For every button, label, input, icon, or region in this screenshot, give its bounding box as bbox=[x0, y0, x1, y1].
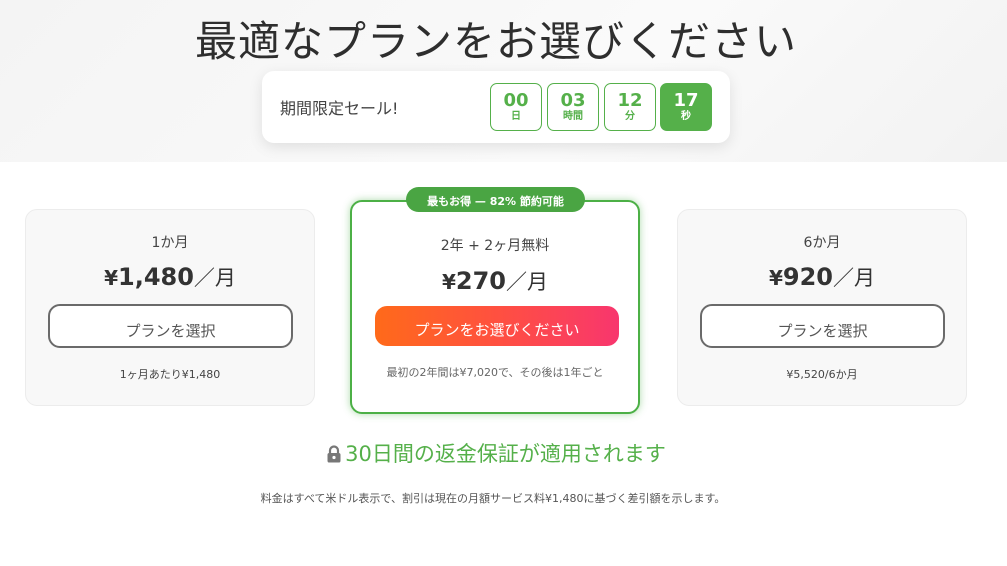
price-amount: 270 bbox=[455, 267, 507, 295]
price-period: ／月 bbox=[833, 266, 876, 290]
plan-note: 最初の2年間は¥7,020で、その後は1年ごと bbox=[386, 366, 604, 379]
currency-symbol: ¥ bbox=[768, 266, 783, 290]
countdown-days: 00 日 bbox=[490, 83, 542, 131]
page-title: 最適なプランをお選びください bbox=[194, 17, 797, 66]
price-amount: 1,480 bbox=[118, 263, 194, 291]
countdown-minutes: 12 分 bbox=[604, 83, 656, 131]
plan-card-six-month: 6か月 ¥920／月 プランを選択 ¥5,520/6か月 bbox=[677, 209, 967, 406]
countdown-seconds: 17 秒 bbox=[660, 83, 712, 131]
lock-icon bbox=[326, 444, 342, 463]
sale-countdown-box: 期間限定セール! 00 日 03 時間 12 分 17 秒 bbox=[262, 71, 730, 143]
guarantee-text: 30日間の返金保証が適用されます bbox=[345, 442, 666, 466]
plan-price: ¥270／月 bbox=[352, 266, 638, 296]
countdown-hours-unit: 時間 bbox=[563, 111, 583, 122]
plan-name: 1か月 bbox=[151, 235, 189, 251]
sale-label: 期間限定セール! bbox=[280, 99, 399, 118]
countdown-days-unit: 日 bbox=[511, 111, 521, 122]
plan-card-monthly: 1か月 ¥1,480／月 プランを選択 1ヶ月あたり¥1,480 bbox=[25, 209, 315, 406]
countdown-minutes-unit: 分 bbox=[625, 111, 635, 122]
price-period: ／月 bbox=[506, 270, 549, 294]
countdown-minutes-value: 12 bbox=[617, 90, 643, 111]
countdown-seconds-value: 17 bbox=[673, 90, 699, 111]
plan-note: 1ヶ月あたり¥1,480 bbox=[119, 368, 221, 381]
best-value-badge: 最もお得 — 82% 節約可能 bbox=[406, 187, 585, 212]
select-plan-button[interactable]: プランを選択 bbox=[700, 304, 945, 348]
countdown-seconds-unit: 秒 bbox=[681, 111, 691, 122]
money-back-guarantee: 30日間の返金保証が適用されます bbox=[0, 438, 992, 468]
plan-name: 6か月 bbox=[803, 235, 841, 251]
countdown-days-value: 00 bbox=[503, 90, 529, 111]
pricing-footnote: 料金はすべて米ドル表示で、割引は現在の月額サービス料¥1,480に基づく差引額を… bbox=[260, 492, 726, 505]
plan-price: ¥1,480／月 bbox=[26, 262, 314, 292]
choose-plan-button[interactable]: プランをお選びください bbox=[375, 306, 619, 346]
price-amount: 920 bbox=[782, 263, 834, 291]
countdown-hours: 03 時間 bbox=[547, 83, 599, 131]
plan-note: ¥5,520/6か月 bbox=[786, 368, 858, 381]
plan-card-featured: 2年 + 2ヶ月無料 ¥270／月 プランをお選びください 最初の2年間は¥7,… bbox=[350, 200, 640, 414]
plan-price: ¥920／月 bbox=[678, 262, 966, 292]
countdown-hours-value: 03 bbox=[560, 90, 586, 111]
plan-name: 2年 + 2ヶ月無料 bbox=[440, 238, 550, 254]
price-period: ／月 bbox=[193, 266, 236, 290]
currency-symbol: ¥ bbox=[441, 270, 456, 294]
select-plan-button[interactable]: プランを選択 bbox=[48, 304, 293, 348]
currency-symbol: ¥ bbox=[104, 266, 118, 290]
hero-section: 最適なプランをお選びください 期間限定セール! 00 日 03 時間 12 分 … bbox=[0, 0, 1007, 162]
